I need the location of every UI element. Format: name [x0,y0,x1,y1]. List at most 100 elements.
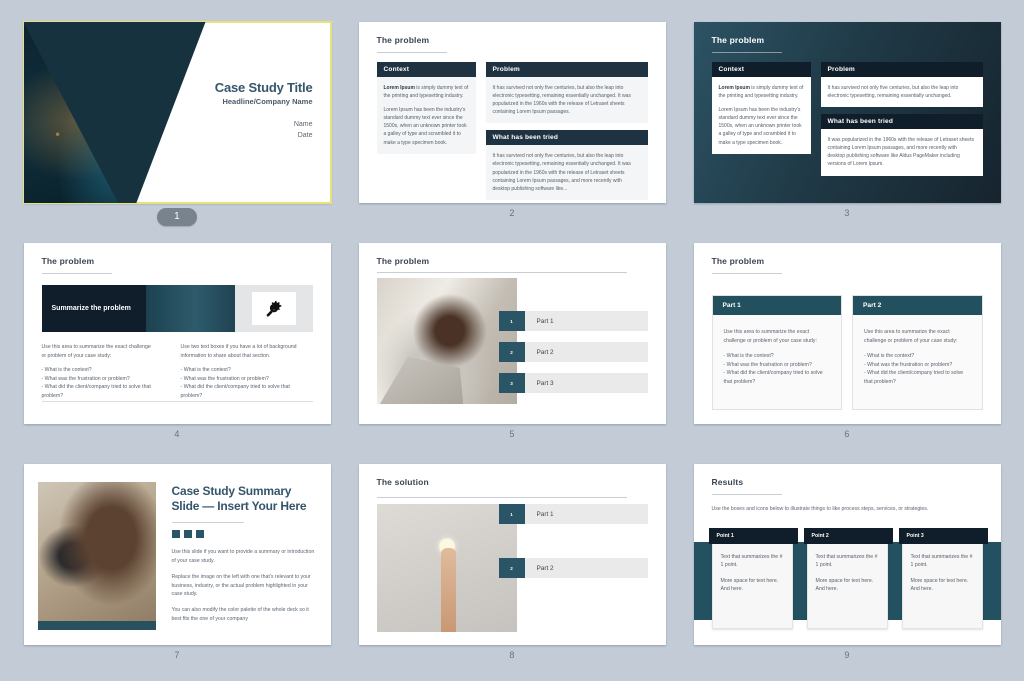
slide-number-5[interactable]: 5 [359,429,666,439]
context-header: Context [711,62,811,77]
banner-icon-area [235,285,313,332]
slide-cell-2: The problem Context Lorem Ipsum is simpl… [358,22,666,230]
tried-body: It has survived not only five centuries,… [485,145,648,200]
slide-cell-8: The solution 1 Part 1 2 Part 2 8 [358,464,666,672]
point-card[interactable]: Point 2 Text that summarizes the # 1 poi… [803,528,893,629]
slide-heading: The problem [41,256,95,266]
part-card-p2: - What is the context? - What was the fr… [723,352,823,386]
slide-thumbnail-9[interactable]: Results Use the boxes and icons below to… [693,464,1001,645]
results-subtitle: Use the boxes and icons below to illustr… [711,506,929,512]
column-spacer [821,107,983,114]
context-bold-lead: Lorem Ipsum [383,85,415,91]
context-p2: Lorem Ipsum has been the industry's stan… [718,107,802,146]
part-card-body: Use this area to summarize the exact cha… [853,315,982,409]
summary-p2: Replace the image on the left with one t… [171,573,311,598]
square-bullet-icon [171,529,180,538]
part-number-badge: 2 [498,558,525,578]
part-row[interactable]: 2 Part 2 [498,342,648,362]
heading-divider [711,52,782,53]
context-header: Context [376,62,476,77]
part-row[interactable]: 1 Part 1 [498,504,648,524]
part-card-header: Part 2 [853,296,982,315]
point-card-p2: More space for text here. And here. [910,577,969,593]
problem-columns: Context Lorem Ipsum is simply dummy text… [376,62,648,200]
slide-cell-4: The problem Summarize the problem Use th… [23,243,331,451]
part-card[interactable]: Part 2 Use this area to summarize the ex… [852,295,983,411]
heading-divider [376,52,447,53]
column-spacer [486,123,648,130]
title-slide-text-block: Case Study Title Headline/Company Name N… [215,80,313,141]
summary-text-columns: Use this area to summarize the exact cha… [42,343,313,400]
part-row[interactable]: 1 Part 1 [498,311,648,331]
point-card-header: Point 2 [803,528,893,544]
tried-header: What has been tried [485,130,648,146]
slide-heading: The problem [711,256,765,266]
part-card-p1: Use this area to summarize the exact cha… [864,329,958,344]
problem-body: It has survived not only five centuries,… [485,77,648,124]
slide-cell-5: The problem 1 Part 1 2 Part 2 3 Part 3 5 [358,243,666,451]
banner-gradient [145,285,235,332]
context-body: Lorem Ipsum is simply dummy text of the … [376,77,476,154]
slide-thumbnail-7[interactable]: Case Study Summary Slide — Insert Your H… [23,464,331,645]
slide-number-6[interactable]: 6 [694,429,1001,439]
slide-heading: The solution [376,477,429,487]
point-card[interactable]: Point 3 Text that summarizes the # 1 poi… [898,528,988,629]
context-bold-lead: Lorem Ipsum [718,85,750,91]
slide-number-7[interactable]: 7 [24,650,331,660]
problem-header: Problem [820,62,983,77]
point-card-p1: Text that summarizes the # 1 point. [910,554,973,569]
part-number-badge: 3 [498,373,525,393]
part-spacer [499,331,648,342]
slide-thumbnail-2[interactable]: The problem Context Lorem Ipsum is simpl… [358,22,666,203]
part-row[interactable]: 3 Part 3 [498,373,648,393]
slide-number-4[interactable]: 4 [24,429,331,439]
part-card-p2: - What is the context? - What was the fr… [864,352,964,386]
point-card[interactable]: Point 1 Text that summarizes the # 1 poi… [708,528,798,629]
problem-column: Problem It has survived not only five ce… [485,62,648,200]
title-slide-meta: Name Date [215,120,313,141]
problem-header: Problem [485,62,648,77]
case-study-title: Case Study Title [214,80,313,95]
summary-right-column: Use two text boxes if you have a lot of … [181,343,313,400]
square-bullet-icon [183,529,192,538]
slide-number-2[interactable]: 2 [359,208,666,218]
part-label: Part 1 [524,311,648,331]
slide-number-3[interactable]: 3 [694,208,1001,218]
heading-divider [711,273,782,274]
point-card-p2: More space for text here. And here. [720,577,779,593]
square-bullets [171,529,315,538]
slide-thumbnail-1[interactable]: Case Study Title Headline/Company Name N… [22,21,332,204]
results-cards: Point 1 Text that summarizes the # 1 poi… [708,528,988,629]
slide-heading: The problem [711,35,765,45]
slide-number-8[interactable]: 8 [359,650,666,660]
summary-divider [171,521,244,523]
slide-thumbnail-grid: Case Study Title Headline/Company Name N… [0,0,1024,681]
part-label: Part 3 [524,373,648,393]
parts-list: 1 Part 1 2 Part 2 [498,504,648,578]
square-bullet-icon [195,529,204,538]
part-card-body: Use this area to summarize the exact cha… [713,315,842,409]
tried-body: It was popularized in the 1960s with the… [820,129,983,176]
slide-thumbnail-5[interactable]: The problem 1 Part 1 2 Part 2 3 Part 3 [358,243,666,424]
part-number-badge: 1 [498,311,525,331]
part-label: Part 2 [524,558,648,578]
point-card-body: Text that summarizes the # 1 point. More… [806,544,888,629]
slide-thumbnail-8[interactable]: The solution 1 Part 1 2 Part 2 [358,464,666,645]
heading-divider [41,273,112,274]
slide-thumbnail-4[interactable]: The problem Summarize the problem Use th… [23,243,331,424]
slide-cell-6: The problem Part 1 Use this area to summ… [693,243,1001,451]
slide-thumbnail-6[interactable]: The problem Part 1 Use this area to summ… [693,243,1001,424]
part-row[interactable]: 2 Part 2 [498,558,648,578]
part-number-badge: 1 [498,504,525,524]
summary-right-p2: - What is the context? - What was the fr… [180,367,290,399]
slide-heading: The problem [376,256,430,266]
icon-frame [251,292,296,325]
part-card[interactable]: Part 1 Use this area to summarize the ex… [711,295,842,411]
slide-number-1[interactable]: 1 [24,208,331,226]
slide-cell-3: The problem Context Lorem Ipsum is simpl… [693,22,1001,230]
summary-text-block: Case Study Summary Slide — Insert Your H… [171,484,315,624]
slide-cell-7: Case Study Summary Slide — Insert Your H… [23,464,331,672]
frustrated-woman-photo [376,278,517,404]
slide-number-9[interactable]: 9 [694,650,1001,660]
slide-thumbnail-3[interactable]: The problem Context Lorem Ipsum is simpl… [693,22,1001,203]
